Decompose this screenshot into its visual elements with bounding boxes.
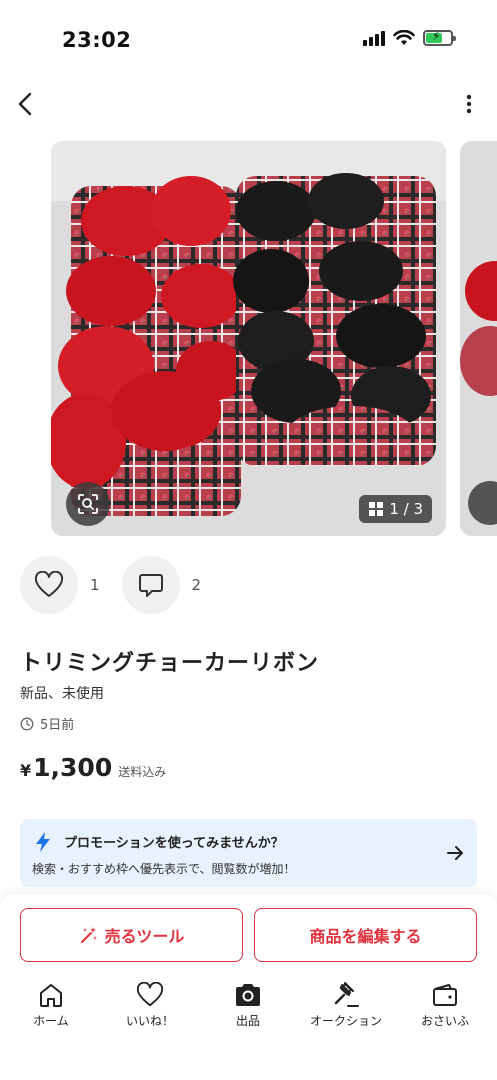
item-condition: 新品、未使用 [20, 686, 104, 702]
edit-item-button[interactable]: 商品を編集する [254, 908, 477, 962]
comment-button[interactable] [121, 556, 180, 614]
clock-icon [20, 717, 34, 730]
battery-icon: ⚡ [423, 29, 456, 46]
tab-likes-label: いいね！ [125, 1014, 174, 1028]
price: ¥ 1,300 送料込み [20, 753, 166, 782]
bottom-panel: 売るツール 商品を編集する ホーム いいね！ 出品 オークション おさいふ [0, 894, 497, 1080]
magic-wand-icon [80, 927, 97, 943]
item-title: トリミングチョーカーリボン [20, 651, 320, 676]
like-button[interactable] [20, 556, 78, 614]
edit-item-label: 商品を編集する [309, 927, 422, 946]
sell-tool-label: 売るツール [104, 927, 185, 946]
tab-home[interactable]: ホーム [6, 982, 96, 1029]
comment-icon [138, 574, 163, 597]
grid-icon [369, 502, 384, 516]
tab-wallet[interactable]: おさいふ [400, 982, 490, 1029]
heart-icon [34, 571, 64, 597]
posted-time: 5日前 [20, 714, 74, 733]
status-bar: 23:02 ⚡ [0, 0, 497, 80]
product-image[interactable]: 1 / 3 [51, 141, 446, 536]
shipping-note: 送料込み [118, 765, 167, 779]
more-vertical-icon [466, 94, 472, 114]
home-icon [40, 984, 62, 1007]
promotion-title: プロモーションを使ってみませんか？ [64, 836, 284, 851]
gavel-icon [334, 982, 359, 1007]
comments-count: 2 [191, 576, 202, 594]
tab-likes[interactable]: いいね！ [105, 982, 195, 1029]
arrow-right-icon [447, 846, 463, 860]
action-row: 1 2 [20, 556, 223, 614]
price-value: 1,300 [33, 753, 113, 782]
status-icons: ⚡ [363, 29, 456, 46]
camera-icon [236, 984, 260, 1006]
price-currency: ¥ [20, 761, 32, 780]
promotion-banner[interactable]: プロモーションを使ってみませんか？ 検索・おすすめ枠へ優先表示で、閲覧数が増加！ [20, 819, 477, 887]
lightning-icon [36, 832, 50, 852]
image-counter-text: 1 / 3 [389, 500, 423, 518]
chevron-left-icon [18, 92, 32, 116]
tab-bar: ホーム いいね！ 出品 オークション おさいふ [0, 982, 497, 1038]
image-search-button[interactable] [66, 482, 110, 526]
back-button[interactable] [14, 90, 38, 118]
more-menu-button[interactable] [465, 92, 473, 116]
tab-sell-label: 出品 [235, 1014, 260, 1028]
tab-home-label: ホーム [33, 1014, 69, 1028]
wifi-icon [393, 30, 415, 45]
tab-wallet-label: おさいふ [420, 1014, 469, 1028]
tab-auction[interactable]: オークション [301, 982, 391, 1029]
posted-time-text: 5日前 [40, 718, 75, 733]
signal-icon [363, 30, 385, 46]
tab-auction-label: オークション [309, 1014, 382, 1028]
promotion-body: 検索・おすすめ枠へ優先表示で、閲覧数が増加！ [32, 862, 296, 876]
heart-icon [136, 982, 164, 1007]
likes-count: 1 [90, 576, 100, 594]
wallet-icon [433, 984, 457, 1006]
scan-search-icon [78, 494, 98, 514]
image-counter[interactable]: 1 / 3 [359, 495, 432, 523]
tab-sell[interactable]: 出品 [203, 982, 293, 1029]
product-photo [51, 141, 446, 536]
sell-tool-button[interactable]: 売るツール [20, 908, 243, 962]
next-image-preview[interactable] [460, 141, 497, 536]
status-time: 23:02 [62, 28, 132, 52]
next-photo [460, 141, 497, 536]
